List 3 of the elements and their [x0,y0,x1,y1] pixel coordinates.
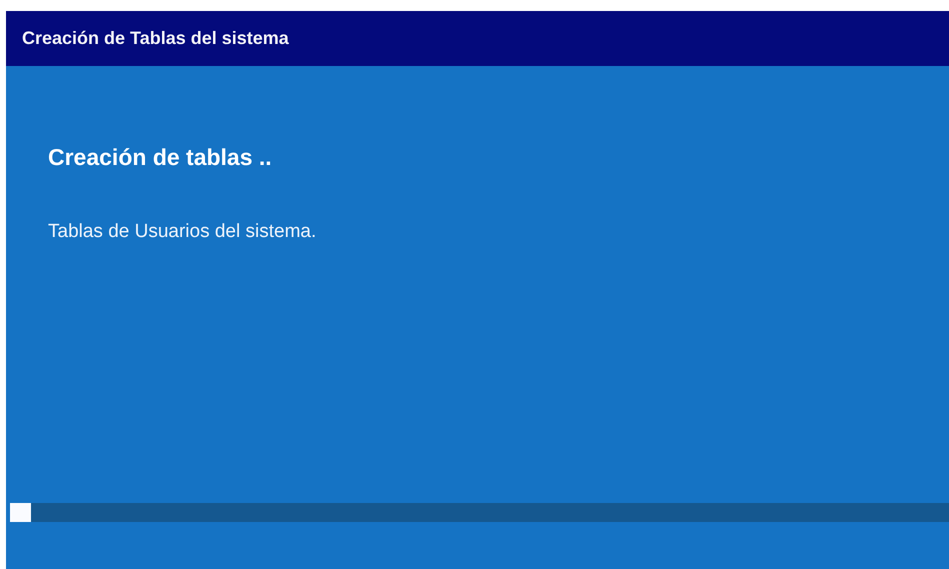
status-message: Tablas de Usuarios del sistema. [48,221,318,243]
heading: Creación de tablas .. [48,144,273,171]
window-title: Creación de Tablas del sistema [22,28,289,49]
